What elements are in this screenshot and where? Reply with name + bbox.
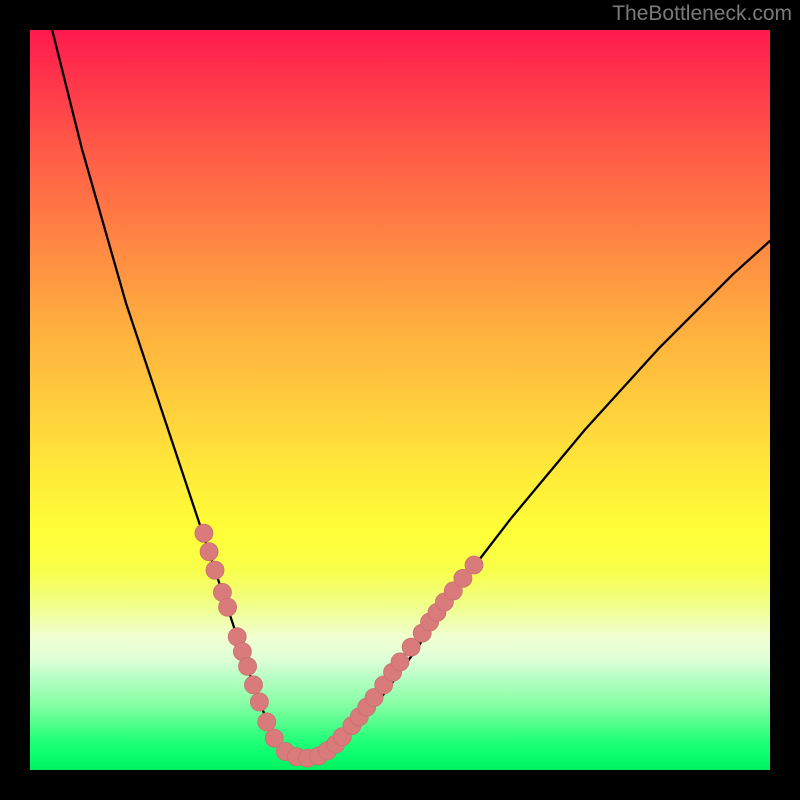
- marker-point: [258, 713, 276, 731]
- chart-frame: TheBottleneck.com: [0, 0, 800, 800]
- marker-point: [206, 561, 224, 579]
- watermark-label: TheBottleneck.com: [612, 2, 792, 26]
- chart-svg: [30, 30, 770, 770]
- marker-point: [391, 653, 409, 671]
- marker-point: [195, 524, 213, 542]
- marker-point: [219, 598, 237, 616]
- marker-point: [239, 657, 257, 675]
- curve-markers: [195, 524, 483, 767]
- marker-point: [465, 556, 483, 574]
- marker-point: [250, 693, 268, 711]
- plot-area: [30, 30, 770, 770]
- marker-point: [200, 543, 218, 561]
- marker-point: [244, 676, 262, 694]
